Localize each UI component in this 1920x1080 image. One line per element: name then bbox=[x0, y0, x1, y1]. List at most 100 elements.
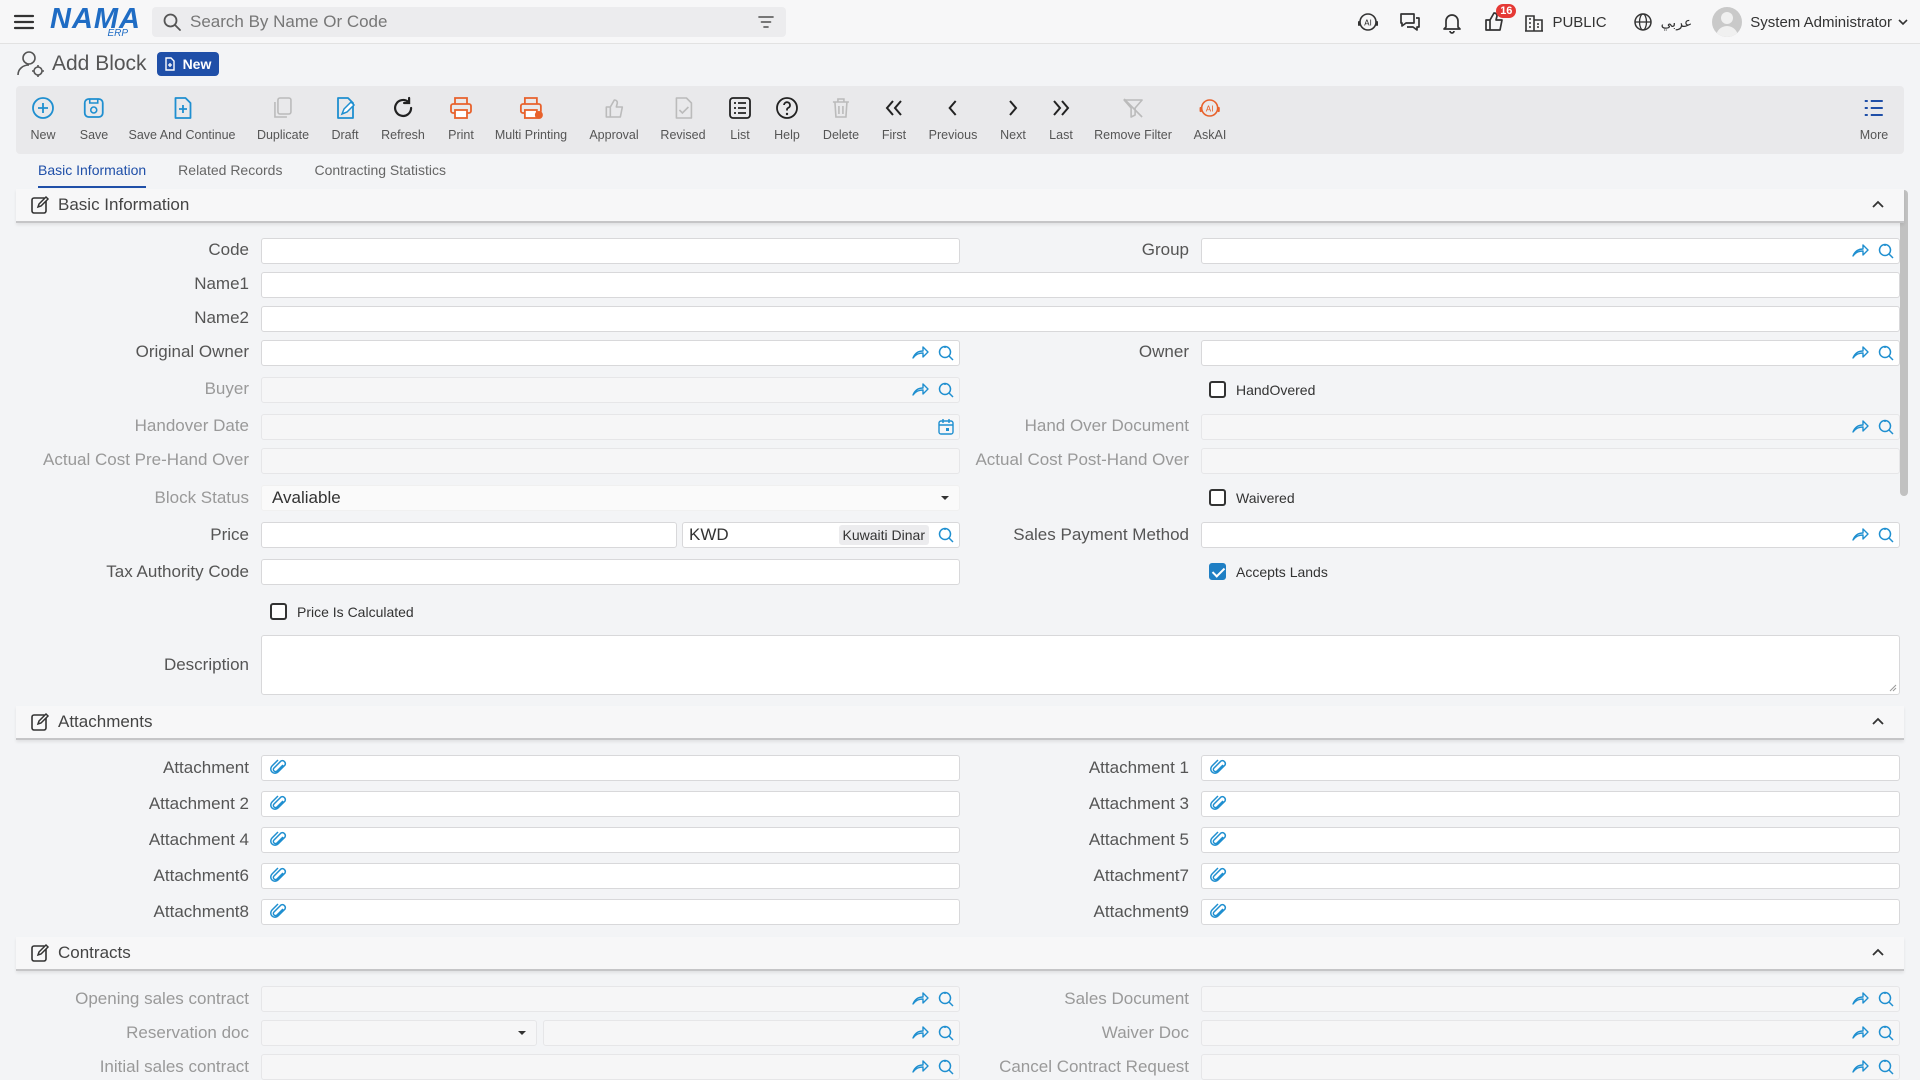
search-lookup-icon[interactable] bbox=[1877, 242, 1895, 260]
attachment-8-input[interactable] bbox=[261, 899, 960, 925]
accepts-lands-checkbox[interactable]: Accepts Lands bbox=[1209, 563, 1328, 580]
price-input[interactable] bbox=[261, 522, 677, 548]
reservation-doc-type-select[interactable] bbox=[261, 1020, 537, 1046]
chat-icon[interactable] bbox=[1396, 8, 1424, 36]
nama-logo[interactable]: NAMA ERP bbox=[50, 4, 140, 40]
paperclip-icon[interactable] bbox=[270, 903, 288, 921]
attachment-2-input[interactable] bbox=[261, 791, 960, 817]
new-button[interactable]: New bbox=[29, 94, 57, 142]
duplicate-button[interactable]: Duplicate bbox=[257, 94, 309, 142]
owner-input[interactable] bbox=[1201, 340, 1900, 366]
askai-button[interactable]: AI AskAI bbox=[1194, 94, 1226, 142]
paperclip-icon[interactable] bbox=[270, 867, 288, 885]
share-arrow-icon[interactable] bbox=[911, 990, 929, 1008]
print-button[interactable]: Print bbox=[447, 94, 475, 142]
search-lookup-icon[interactable] bbox=[937, 381, 955, 399]
paperclip-icon[interactable] bbox=[1210, 759, 1228, 777]
more-button[interactable]: More bbox=[1860, 94, 1888, 142]
share-arrow-icon[interactable] bbox=[1851, 990, 1869, 1008]
group-input[interactable] bbox=[1201, 238, 1900, 264]
attachment-3-input[interactable] bbox=[1201, 791, 1900, 817]
attachment-1-input[interactable] bbox=[1201, 755, 1900, 781]
attachment-7-input[interactable] bbox=[1201, 863, 1900, 889]
scrollbar[interactable] bbox=[1900, 190, 1908, 496]
language-switch[interactable]: عربي bbox=[1661, 14, 1693, 31]
search-lookup-icon[interactable] bbox=[1877, 990, 1895, 1008]
search-lookup-icon[interactable] bbox=[937, 990, 955, 1008]
resize-handle-icon[interactable] bbox=[1887, 682, 1897, 692]
search-lookup-icon[interactable] bbox=[1877, 1024, 1895, 1042]
sales-payment-method-input[interactable] bbox=[1201, 522, 1900, 548]
paperclip-icon[interactable] bbox=[1210, 867, 1228, 885]
save-button[interactable]: Save bbox=[80, 94, 108, 142]
buyer-input[interactable] bbox=[261, 377, 960, 403]
thumbs-up-icon[interactable]: 16 bbox=[1480, 4, 1517, 36]
last-button[interactable]: Last bbox=[1047, 94, 1075, 142]
share-arrow-icon[interactable] bbox=[1851, 418, 1869, 436]
block-status-select[interactable]: Avaliable bbox=[261, 485, 960, 511]
share-arrow-icon[interactable] bbox=[1851, 242, 1869, 260]
share-arrow-icon[interactable] bbox=[911, 344, 929, 362]
paperclip-icon[interactable] bbox=[1210, 795, 1228, 813]
actual-cost-post-input[interactable] bbox=[1201, 448, 1900, 474]
price-is-calculated-box[interactable] bbox=[270, 603, 287, 620]
calendar-icon[interactable] bbox=[937, 418, 955, 436]
search-input[interactable] bbox=[190, 11, 756, 32]
actual-cost-pre-input[interactable] bbox=[261, 448, 960, 474]
name2-input[interactable] bbox=[261, 306, 1900, 332]
code-input[interactable] bbox=[261, 238, 960, 264]
save-and-continue-button[interactable]: Save And Continue bbox=[128, 94, 236, 142]
first-button[interactable]: First bbox=[880, 94, 908, 142]
name1-input[interactable] bbox=[261, 272, 1900, 298]
approval-button[interactable]: Approval bbox=[589, 94, 639, 142]
search-lookup-icon[interactable] bbox=[937, 526, 955, 544]
cancel-contract-request-input[interactable] bbox=[1201, 1054, 1900, 1080]
attachment-5-input[interactable] bbox=[1201, 827, 1900, 853]
attachment-input[interactable] bbox=[261, 755, 960, 781]
attachment-4-input[interactable] bbox=[261, 827, 960, 853]
attachment-6-input[interactable] bbox=[261, 863, 960, 889]
share-arrow-icon[interactable] bbox=[911, 381, 929, 399]
description-textarea[interactable] bbox=[261, 635, 1900, 695]
remove-filter-button[interactable]: Remove Filter bbox=[1094, 94, 1172, 142]
hand-over-document-input[interactable] bbox=[1201, 414, 1900, 440]
search-lookup-icon[interactable] bbox=[937, 1024, 955, 1042]
company-name[interactable]: PUBLIC bbox=[1552, 14, 1606, 31]
share-arrow-icon[interactable] bbox=[1851, 1058, 1869, 1076]
tax-authority-code-input[interactable] bbox=[261, 559, 960, 585]
delete-button[interactable]: Delete bbox=[823, 94, 859, 142]
ai-support-icon[interactable]: AI bbox=[1354, 8, 1382, 36]
chevron-up-icon[interactable] bbox=[1870, 945, 1886, 961]
bell-icon[interactable] bbox=[1438, 8, 1466, 36]
share-arrow-icon[interactable] bbox=[1851, 1024, 1869, 1042]
original-owner-input[interactable] bbox=[261, 340, 960, 366]
next-button[interactable]: Next bbox=[999, 94, 1027, 142]
help-button[interactable]: Help bbox=[773, 94, 801, 142]
share-arrow-icon[interactable] bbox=[911, 1058, 929, 1076]
section-contracts[interactable]: Contracts bbox=[16, 937, 1904, 971]
attachment-9-input[interactable] bbox=[1201, 899, 1900, 925]
share-arrow-icon[interactable] bbox=[911, 1024, 929, 1042]
search-lookup-icon[interactable] bbox=[937, 344, 955, 362]
tab-contracting-statistics[interactable]: Contracting Statistics bbox=[314, 160, 446, 188]
waivered-box[interactable] bbox=[1209, 489, 1226, 506]
reservation-doc-input[interactable] bbox=[543, 1020, 960, 1046]
chevron-up-icon[interactable] bbox=[1870, 714, 1886, 730]
paperclip-icon[interactable] bbox=[1210, 831, 1228, 849]
globe-icon[interactable] bbox=[1629, 8, 1657, 36]
tab-basic-information[interactable]: Basic Information bbox=[38, 160, 147, 188]
list-button[interactable]: List bbox=[726, 94, 754, 142]
handovered-box[interactable] bbox=[1209, 381, 1226, 398]
search-lookup-icon[interactable] bbox=[1877, 526, 1895, 544]
handover-date-input[interactable] bbox=[261, 414, 960, 440]
revised-button[interactable]: Revised bbox=[660, 94, 706, 142]
opening-sales-contract-input[interactable] bbox=[261, 986, 960, 1012]
section-basic-information[interactable]: Basic Information bbox=[16, 189, 1904, 223]
waiver-doc-input[interactable] bbox=[1201, 1020, 1900, 1046]
search-lookup-icon[interactable] bbox=[937, 1058, 955, 1076]
refresh-button[interactable]: Refresh bbox=[381, 94, 425, 142]
paperclip-icon[interactable] bbox=[270, 759, 288, 777]
filter-lines-icon[interactable] bbox=[756, 12, 776, 32]
company-building-icon[interactable] bbox=[1520, 8, 1548, 36]
paperclip-icon[interactable] bbox=[270, 831, 288, 849]
